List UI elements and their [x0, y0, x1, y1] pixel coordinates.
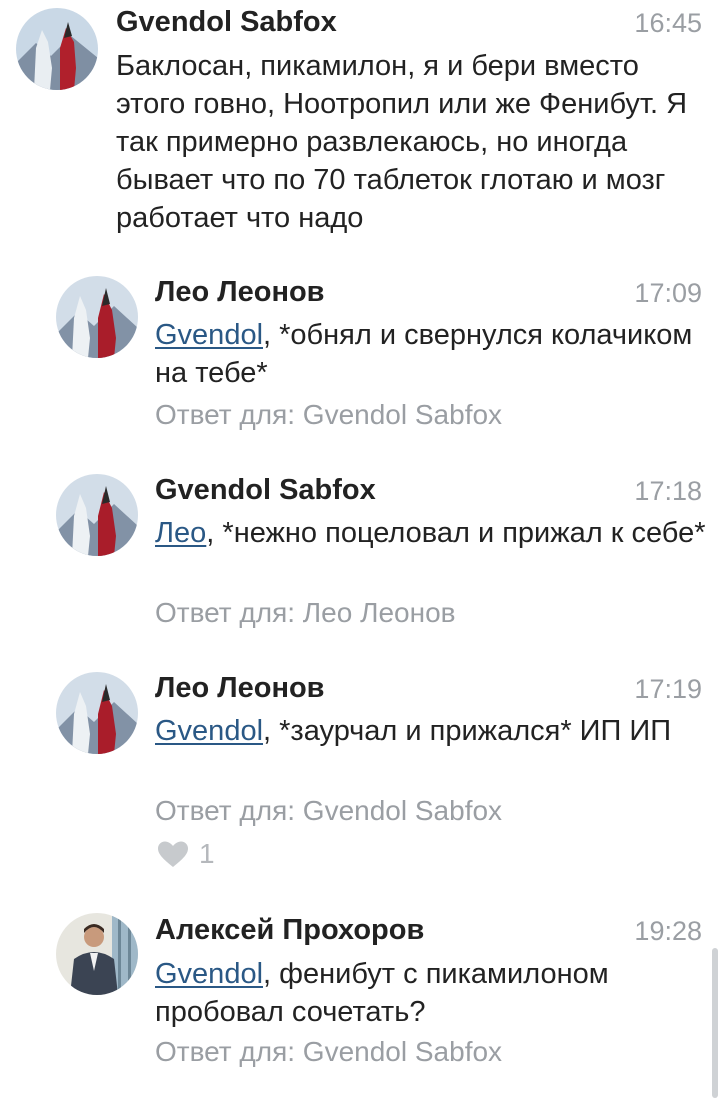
comment-author[interactable]: Алексей Прохоров — [155, 914, 424, 947]
reply-to-link[interactable]: Ответ для: Gvendol Sabfox — [155, 795, 502, 827]
avatar[interactable] — [56, 672, 138, 754]
mention-link[interactable]: Лео — [155, 517, 206, 549]
reply-to-link[interactable]: Ответ для: Gvendol Sabfox — [155, 1036, 502, 1068]
comment-text: Баклосан, пикамилон, я и бери вместо это… — [116, 50, 688, 234]
mention-link[interactable]: Gvendol — [155, 715, 263, 747]
comment-time: 17:19 — [634, 674, 702, 704]
reply-to-link[interactable]: Ответ для: Лео Леонов — [155, 597, 456, 629]
avatar[interactable] — [56, 474, 138, 556]
avatar[interactable] — [56, 276, 138, 358]
like-count: 1 — [199, 838, 215, 869]
comment-author[interactable]: Лео Леонов — [155, 672, 325, 705]
comment-text: Лео, *нежно поцеловал и прижал к себе* — [155, 514, 706, 552]
comment-text: Gvendol, *обнял и свернулся колачиком на… — [155, 316, 706, 392]
comment-time: 17:09 — [634, 278, 702, 308]
like-button[interactable]: 1 — [157, 838, 215, 870]
comment-text: Gvendol, *заурчал и прижался* ИП ИП — [155, 712, 706, 750]
scrollbar[interactable] — [712, 948, 718, 1098]
comment-body: , *нежно поцеловал и прижал к себе* — [206, 517, 706, 549]
comment-author[interactable]: Gvendol Sabfox — [116, 6, 337, 39]
avatar[interactable] — [16, 8, 98, 90]
mention-link[interactable]: Gvendol — [155, 958, 263, 990]
heart-icon — [158, 841, 188, 867]
comment-time: 17:18 — [634, 476, 702, 506]
comment-text: Gvendol, фенибут с пикамилоном пробовал … — [155, 955, 706, 1031]
reply-to-link[interactable]: Ответ для: Gvendol Sabfox — [155, 399, 502, 431]
comment-time: 19:28 — [634, 916, 702, 946]
comment-author[interactable]: Лео Леонов — [155, 276, 325, 309]
comment-time: 16:45 — [634, 8, 702, 38]
mention-link[interactable]: Gvendol — [155, 319, 263, 351]
comment-body: , *заурчал и прижался* ИП ИП — [263, 715, 672, 747]
comment-author[interactable]: Gvendol Sabfox — [155, 474, 376, 507]
avatar[interactable] — [56, 913, 138, 995]
